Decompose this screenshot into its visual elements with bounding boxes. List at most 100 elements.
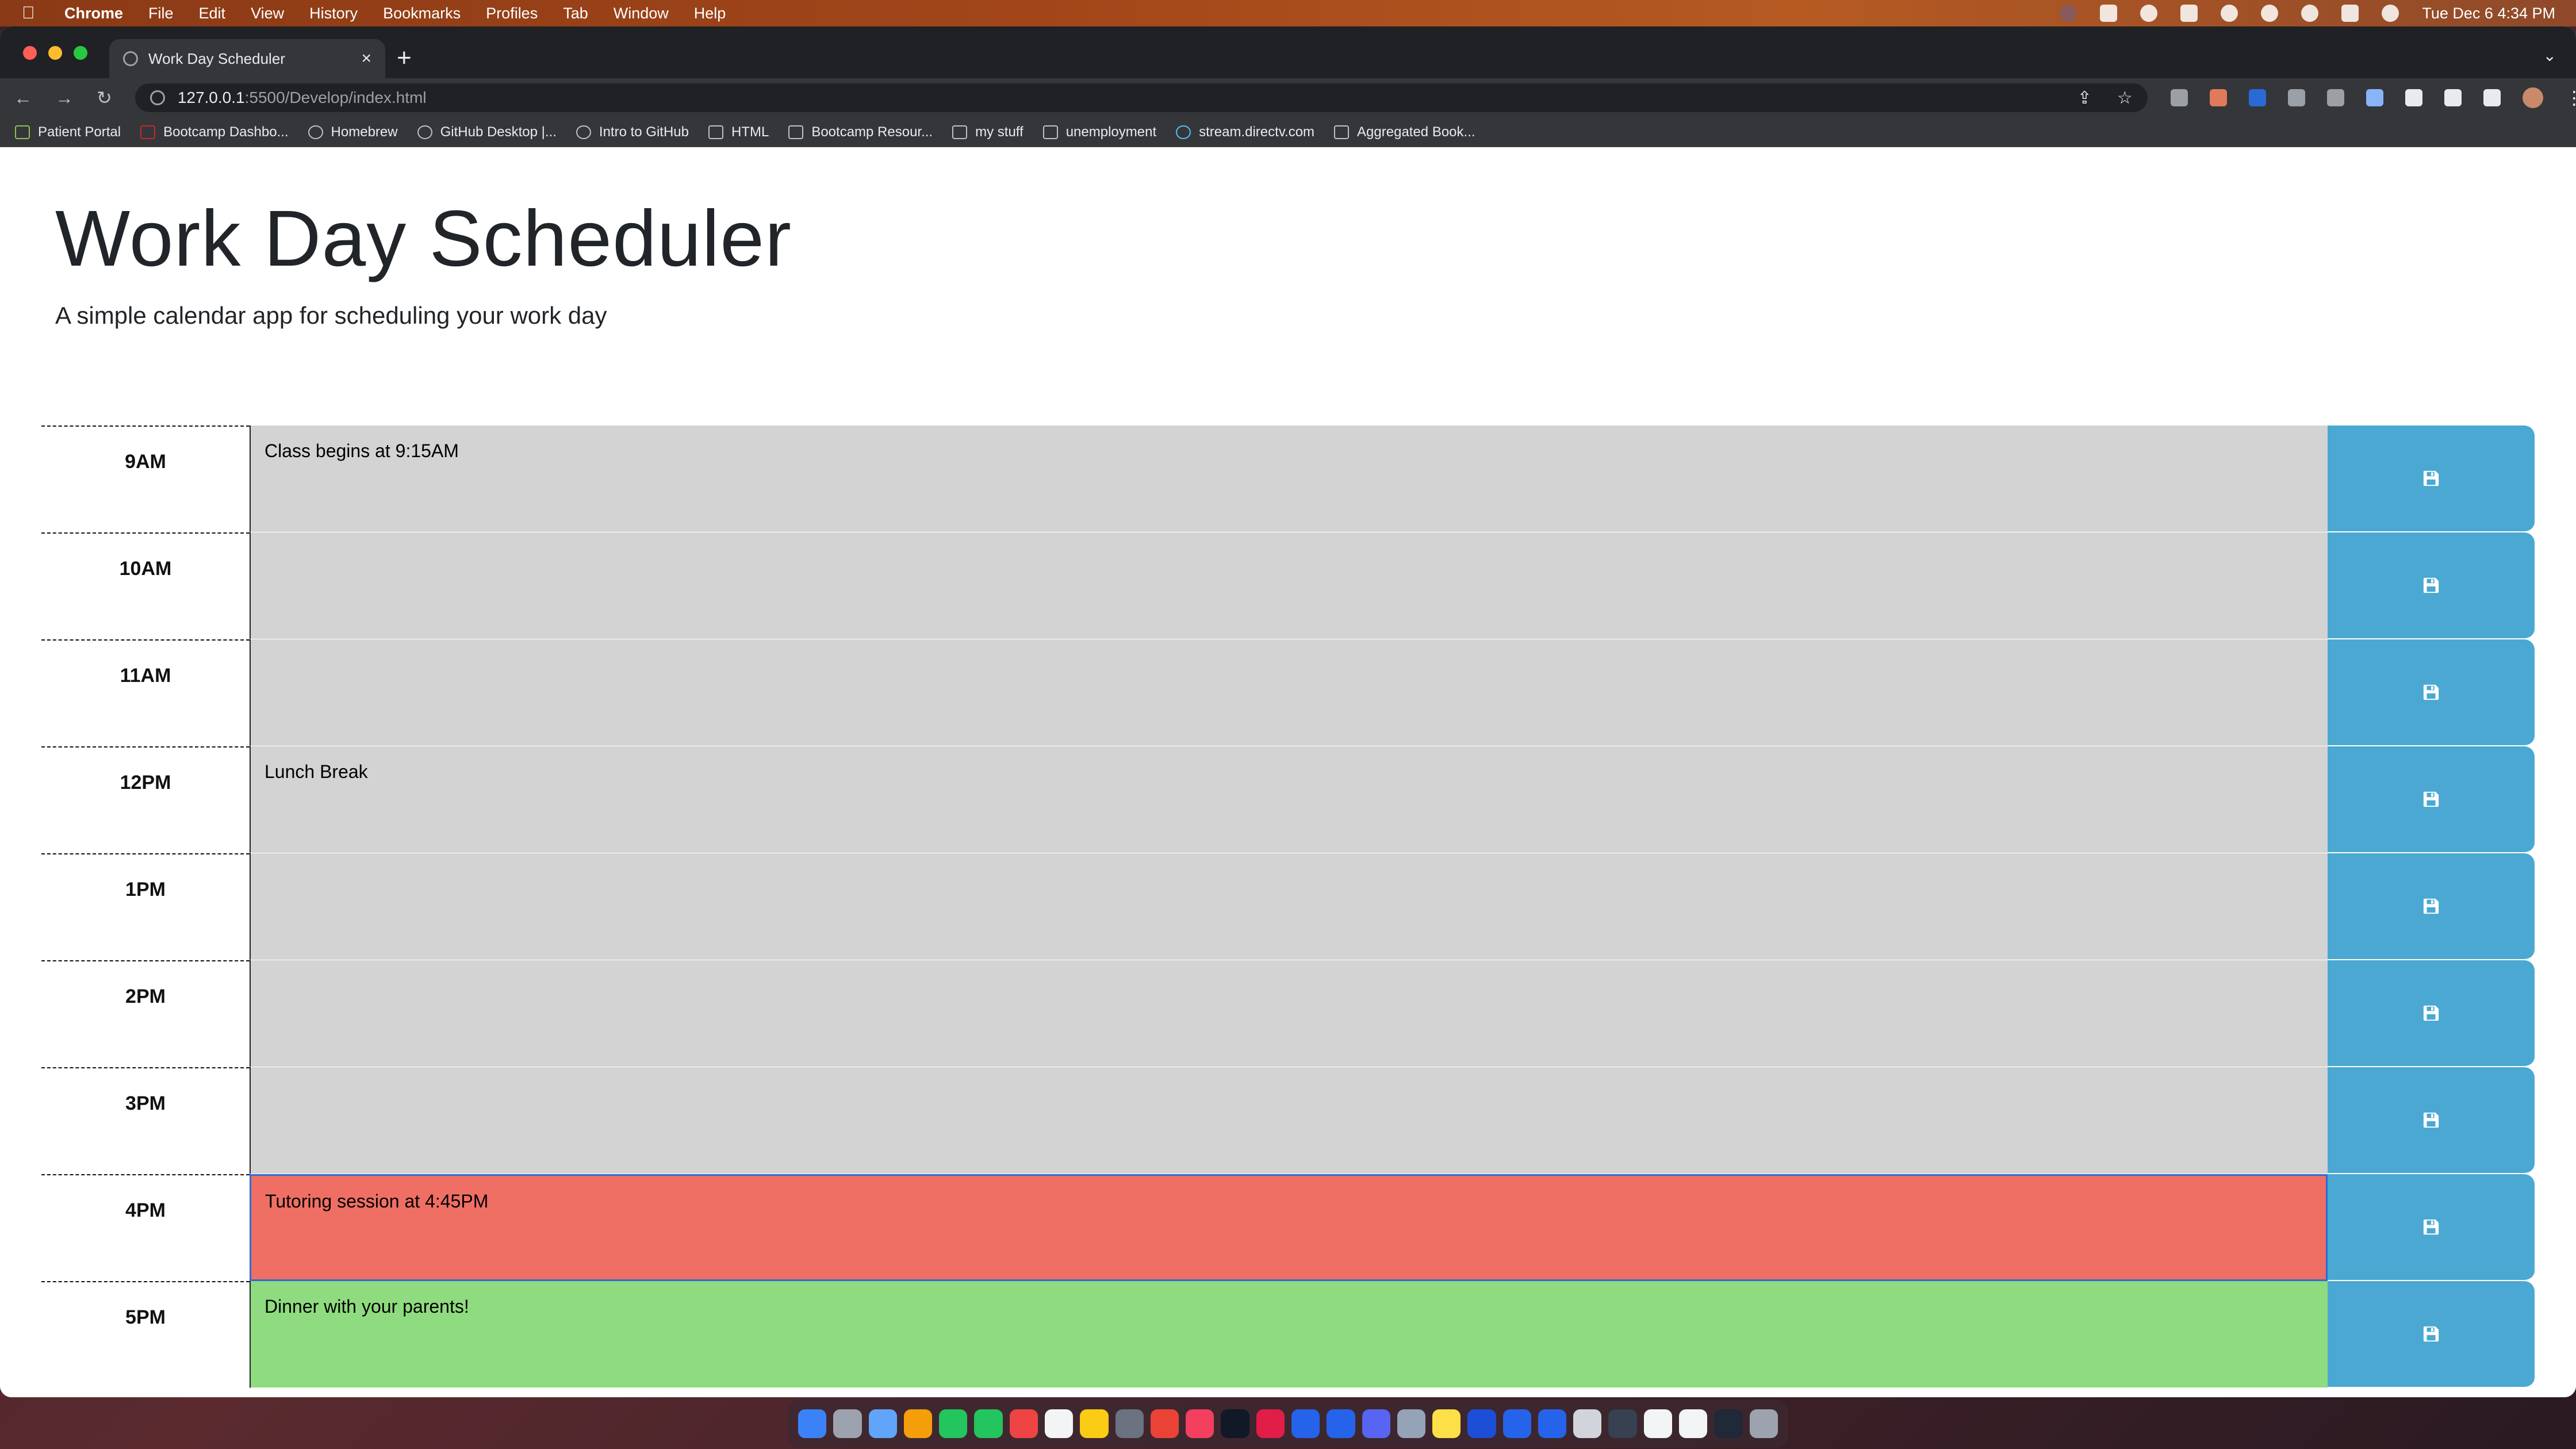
creative-cloud-icon[interactable] <box>2140 5 2158 22</box>
dock-app-icon[interactable] <box>974 1409 1003 1438</box>
event-description-textarea[interactable] <box>250 853 2328 960</box>
dock-app-icon[interactable] <box>1397 1409 1426 1438</box>
menu-help[interactable]: Help <box>694 5 726 22</box>
dock-app-icon[interactable] <box>1643 1409 1673 1438</box>
headphones-icon[interactable] <box>2221 5 2238 22</box>
dock-app-icon[interactable] <box>1115 1409 1144 1438</box>
dock-app-icon[interactable] <box>939 1409 968 1438</box>
extension-icon-3[interactable] <box>2248 89 2266 106</box>
event-description-textarea[interactable] <box>250 960 2328 1067</box>
bookmark-item[interactable]: stream.directv.com <box>1176 124 1314 140</box>
fullscreen-window-button[interactable] <box>74 46 87 60</box>
extension-icon-4[interactable] <box>2287 89 2305 106</box>
bookmark-item[interactable]: Patient Portal <box>15 124 121 140</box>
zoom-tray-icon[interactable] <box>2100 5 2118 22</box>
dock-app-icon[interactable] <box>1467 1409 1496 1438</box>
menu-file[interactable]: File <box>148 5 174 22</box>
bookmark-item[interactable]: Bootcamp Resour... <box>788 124 933 140</box>
extension-icon-1[interactable] <box>2170 89 2188 106</box>
save-button[interactable] <box>2328 1174 2535 1281</box>
bookmark-item[interactable]: Intro to GitHub <box>576 124 689 140</box>
bookmark-item[interactable]: unemployment <box>1042 124 1156 140</box>
menu-bar-clock[interactable]: Tue Dec 6 4:34 PM <box>2422 5 2555 22</box>
dock-app-icon[interactable] <box>1714 1409 1743 1438</box>
dock-app-icon[interactable] <box>1221 1409 1249 1438</box>
close-tab-icon[interactable]: × <box>361 49 371 68</box>
save-button[interactable] <box>2328 1281 2535 1388</box>
save-button[interactable] <box>2328 853 2535 960</box>
address-bar[interactable]: 127.0.0.1 :5500/Develop/index.html ⇪ ☆ <box>135 83 2148 112</box>
dock-app-icon[interactable] <box>1186 1409 1214 1438</box>
dock-app-icon[interactable] <box>1044 1409 1074 1438</box>
save-button[interactable] <box>2328 532 2535 639</box>
share-icon[interactable]: ⇪ <box>2077 88 2092 108</box>
event-description-textarea[interactable] <box>250 639 2328 746</box>
minimize-window-button[interactable] <box>48 46 62 60</box>
bookmark-item[interactable]: Bootcamp Dashbo... <box>140 124 289 140</box>
dock-app-icon[interactable] <box>903 1409 933 1438</box>
dock-app-icon[interactable] <box>1432 1409 1461 1438</box>
event-description-textarea[interactable] <box>250 1067 2328 1174</box>
event-description-textarea[interactable]: Lunch Break <box>250 746 2328 853</box>
menu-app-chrome[interactable]: Chrome <box>64 5 123 22</box>
profile-avatar[interactable] <box>2522 87 2543 108</box>
event-description-textarea[interactable]: Dinner with your parents! <box>250 1281 2328 1388</box>
dock-app-icon[interactable] <box>798 1409 827 1438</box>
dock-app-icon[interactable] <box>1362 1409 1390 1438</box>
dock-app-icon[interactable] <box>1749 1409 1778 1438</box>
extensions-puzzle-icon[interactable] <box>2444 89 2462 106</box>
reload-icon[interactable]: ↻ <box>97 87 112 109</box>
new-tab-button[interactable]: + <box>397 44 412 72</box>
bookmark-item[interactable]: Homebrew <box>308 124 398 140</box>
menu-history[interactable]: History <box>309 5 358 22</box>
dock-app-icon[interactable] <box>1502 1409 1531 1438</box>
siri-icon[interactable] <box>2382 5 2399 22</box>
save-button[interactable] <box>2328 1067 2535 1174</box>
menu-window[interactable]: Window <box>614 5 669 22</box>
dock-app-icon[interactable] <box>1327 1409 1355 1438</box>
dock-app-icon[interactable] <box>1538 1409 1567 1438</box>
dock-app-icon[interactable] <box>1573 1409 1602 1438</box>
bookmark-star-icon[interactable]: ☆ <box>2117 88 2133 108</box>
close-window-button[interactable] <box>23 46 37 60</box>
bookmark-item[interactable]: GitHub Desktop |... <box>417 124 557 140</box>
record-status-icon[interactable] <box>2060 5 2077 22</box>
menu-edit[interactable]: Edit <box>199 5 226 22</box>
dock-app-icon[interactable] <box>1009 1409 1038 1438</box>
menu-tab[interactable]: Tab <box>563 5 588 22</box>
forward-arrow-icon[interactable]: → <box>55 87 74 109</box>
menu-bookmarks[interactable]: Bookmarks <box>383 5 461 22</box>
event-description-textarea[interactable]: Tutoring session at 4:45PM <box>250 1174 2328 1281</box>
menu-view[interactable]: View <box>251 5 284 22</box>
bookmark-item[interactable]: HTML <box>708 124 769 140</box>
more-menu-icon[interactable]: ⋮ <box>2565 87 2576 109</box>
save-button[interactable] <box>2328 960 2535 1067</box>
menu-profiles[interactable]: Profiles <box>486 5 538 22</box>
save-button[interactable] <box>2328 746 2535 853</box>
save-button[interactable] <box>2328 425 2535 532</box>
event-description-textarea[interactable] <box>250 532 2328 639</box>
event-description-textarea[interactable]: Class begins at 9:15AM <box>250 425 2328 532</box>
tab-work-day-scheduler[interactable]: Work Day Scheduler × <box>109 39 385 78</box>
wifi-icon[interactable] <box>2261 5 2279 22</box>
back-arrow-icon[interactable]: ← <box>14 87 32 109</box>
extension-icon-7[interactable] <box>2405 89 2422 106</box>
dock-app-icon[interactable] <box>1679 1409 1708 1438</box>
bookmark-item[interactable]: my stuff <box>952 124 1023 140</box>
dock-app-icon[interactable] <box>1256 1409 1285 1438</box>
extension-icon-5[interactable] <box>2326 89 2344 106</box>
bookmark-item[interactable]: Aggregated Book... <box>1334 124 1475 140</box>
dock-app-icon[interactable] <box>868 1409 897 1438</box>
dock-app-icon[interactable] <box>833 1409 862 1438</box>
dock-app-icon[interactable] <box>1608 1409 1637 1438</box>
save-button[interactable] <box>2328 639 2535 746</box>
apple-icon[interactable]:  <box>22 3 45 23</box>
spotlight-search-icon[interactable] <box>2301 5 2319 22</box>
site-info-icon[interactable] <box>150 90 165 105</box>
extension-icon-2[interactable] <box>2209 89 2227 106</box>
tab-search-chevron-icon[interactable]: ⌄ <box>2543 46 2556 65</box>
control-center-icon[interactable] <box>2341 5 2359 22</box>
dock-app-icon[interactable] <box>1150 1409 1179 1438</box>
dock-app-icon[interactable] <box>1291 1409 1320 1438</box>
dock-app-icon[interactable] <box>1080 1409 1109 1438</box>
